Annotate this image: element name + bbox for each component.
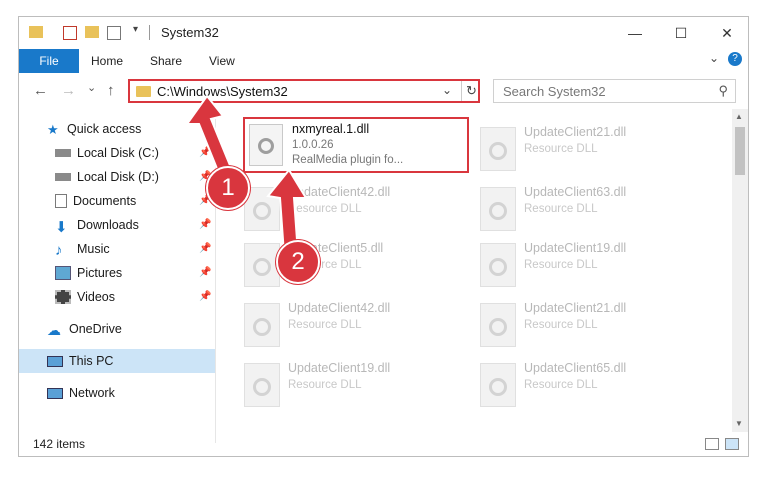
annotation-arrows	[185, 94, 308, 255]
annotation-badge-2: 2	[276, 240, 320, 284]
annotation-badge-1: 1	[206, 166, 250, 210]
